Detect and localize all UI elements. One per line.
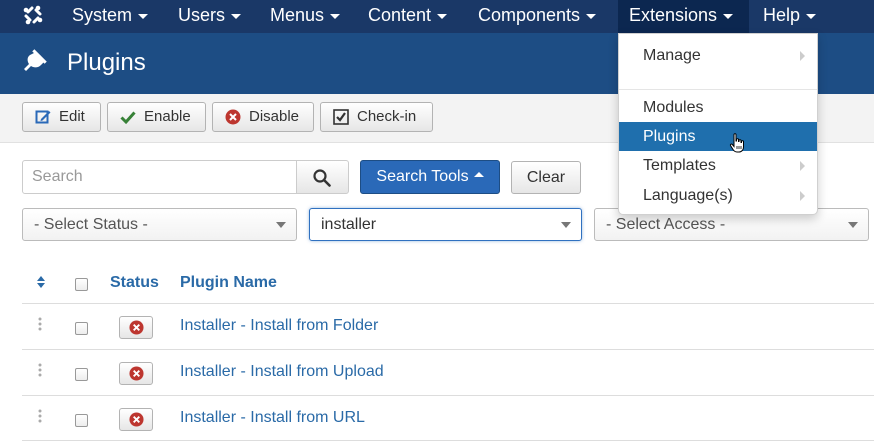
- edit-button[interactable]: Edit: [22, 102, 101, 132]
- menu-item-manage[interactable]: Manage: [619, 41, 817, 70]
- row-checkbox[interactable]: [75, 414, 88, 427]
- disabled-status-icon: [129, 412, 144, 427]
- menu-item-plugins-label: Plugins: [643, 128, 696, 145]
- nav-components-label: Components: [478, 5, 581, 25]
- extensions-dropdown-menu: Manage Modules Plugins Templates Languag…: [618, 33, 818, 215]
- status-filter-value: - Select Status -: [34, 216, 148, 233]
- search-button[interactable]: [296, 160, 349, 194]
- disable-icon: [225, 109, 241, 125]
- nav-help-label: Help: [763, 5, 801, 25]
- nav-menus[interactable]: Menus: [270, 0, 341, 33]
- sort-ordering-icon[interactable]: [36, 275, 46, 289]
- menu-item-plugins[interactable]: Plugins: [619, 122, 817, 151]
- menu-item-languages[interactable]: Language(s): [619, 181, 817, 210]
- nav-system[interactable]: System: [72, 0, 149, 33]
- nav-users[interactable]: Users: [178, 0, 242, 33]
- status-filter-select[interactable]: - Select Status -: [22, 208, 297, 241]
- search-input[interactable]: [22, 160, 298, 194]
- nav-system-label: System: [72, 5, 133, 25]
- checkin-button[interactable]: Check-in: [320, 102, 433, 132]
- disabled-status-icon: [129, 366, 144, 381]
- caret-down-icon: [231, 13, 242, 19]
- status-toggle-button[interactable]: [119, 408, 153, 431]
- nav-users-label: Users: [178, 5, 226, 25]
- top-navbar: System Users Menus Content Components Ex…: [0, 0, 874, 33]
- checkmark-icon: [120, 111, 136, 125]
- plugin-name-column-header[interactable]: Plugin Name: [180, 274, 277, 292]
- nav-content-label: Content: [368, 5, 432, 25]
- drag-handle-icon[interactable]: [38, 409, 42, 423]
- disable-button-label: Disable: [249, 108, 300, 125]
- checkin-button-label: Check-in: [357, 108, 417, 125]
- row-checkbox[interactable]: [75, 322, 88, 335]
- joomla-logo-icon[interactable]: [22, 4, 44, 26]
- table-row: Installer - Install from URL: [22, 395, 874, 441]
- table-row: Installer - Install from Upload: [22, 349, 874, 395]
- menu-item-modules-label: Modules: [643, 99, 704, 116]
- nav-menus-label: Menus: [270, 5, 325, 25]
- drag-handle-icon[interactable]: [38, 317, 42, 331]
- menu-item-templates-label: Templates: [643, 157, 716, 174]
- plugin-name-link[interactable]: Installer - Install from URL: [180, 409, 365, 427]
- edit-button-label: Edit: [59, 108, 85, 125]
- nav-components[interactable]: Components: [478, 0, 597, 33]
- menu-divider: [619, 89, 817, 90]
- enable-button[interactable]: Enable: [107, 102, 206, 132]
- hand-pointer-cursor-icon: [729, 133, 744, 153]
- access-filter-value: - Select Access -: [606, 216, 726, 233]
- clear-button[interactable]: Clear: [511, 161, 581, 194]
- menu-item-manage-label: Manage: [643, 47, 701, 64]
- status-toggle-button[interactable]: [119, 316, 153, 339]
- folder-filter-select[interactable]: installer: [309, 208, 582, 241]
- plugin-name-link[interactable]: Installer - Install from Folder: [180, 317, 378, 335]
- nav-extensions-label: Extensions: [629, 5, 718, 25]
- submenu-arrow-icon: [800, 191, 805, 201]
- menu-item-languages-label: Language(s): [643, 187, 733, 204]
- disabled-status-icon: [129, 320, 144, 335]
- edit-icon: [35, 110, 51, 124]
- chevron-down-icon: [848, 222, 858, 228]
- disable-button[interactable]: Disable: [212, 102, 314, 132]
- page-title: Plugins: [67, 49, 146, 76]
- nav-extensions[interactable]: Extensions: [618, 0, 749, 33]
- submenu-arrow-icon: [800, 161, 805, 171]
- enable-button-label: Enable: [144, 108, 191, 125]
- plug-icon: [24, 49, 47, 71]
- folder-filter-value: installer: [321, 216, 377, 233]
- search-tools-button[interactable]: Search Tools: [360, 160, 500, 194]
- select-all-checkbox[interactable]: [75, 278, 88, 291]
- menu-item-modules[interactable]: Modules: [619, 93, 817, 122]
- table-row: Installer - Install from Folder: [22, 303, 874, 349]
- drag-handle-icon[interactable]: [38, 363, 42, 377]
- search-icon: [313, 169, 331, 187]
- chevron-down-icon: [276, 222, 286, 228]
- caret-down-icon: [806, 13, 817, 19]
- table-divider: [22, 440, 874, 441]
- caret-down-icon: [330, 13, 341, 19]
- caret-down-icon: [138, 13, 149, 19]
- plugin-name-link[interactable]: Installer - Install from Upload: [180, 363, 384, 381]
- row-checkbox[interactable]: [75, 368, 88, 381]
- nav-help[interactable]: Help: [763, 0, 817, 33]
- nav-content[interactable]: Content: [368, 0, 448, 33]
- status-toggle-button[interactable]: [119, 362, 153, 385]
- caret-down-icon: [586, 13, 597, 19]
- search-tools-label: Search Tools: [376, 168, 469, 185]
- caret-up-icon: [473, 172, 484, 178]
- chevron-down-icon: [561, 222, 571, 228]
- caret-down-icon: [723, 13, 734, 19]
- status-column-header[interactable]: Status: [110, 274, 159, 292]
- checkbox-checked-icon: [333, 109, 349, 125]
- menu-item-templates[interactable]: Templates: [619, 151, 817, 180]
- submenu-arrow-icon: [800, 51, 805, 61]
- caret-down-icon: [437, 13, 448, 19]
